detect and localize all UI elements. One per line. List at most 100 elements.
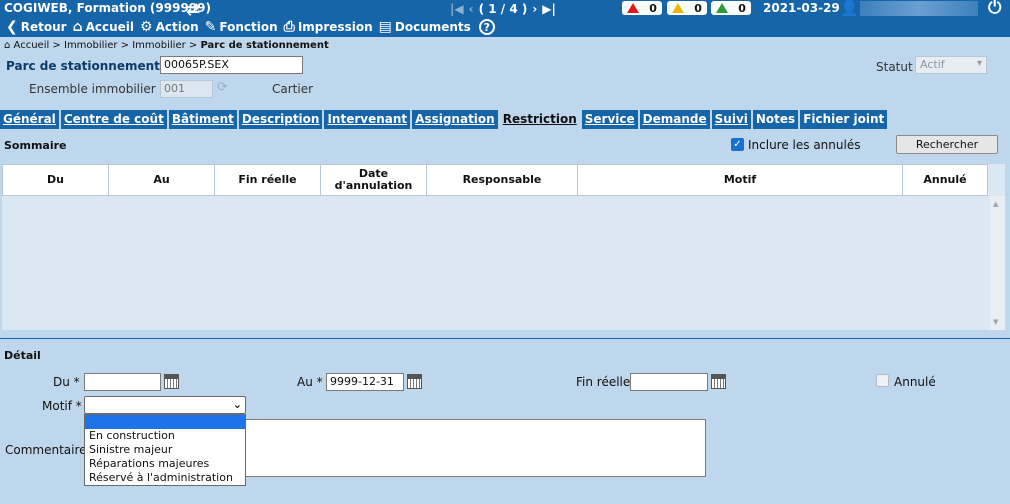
printer-icon: ⎙ xyxy=(283,19,295,35)
fin-reelle-input[interactable] xyxy=(630,373,708,391)
tab-assignation[interactable]: Assignation xyxy=(412,110,498,129)
app-title: COGIWEB, Formation (999999) xyxy=(4,1,211,15)
red-alert-badge[interactable]: 0 xyxy=(622,1,662,15)
documents-button[interactable]: ▤ Documents xyxy=(379,20,471,34)
top-bar: COGIWEB, Formation (999999) ⇄ |◀ ‹ ( 1 /… xyxy=(0,0,1010,37)
yellow-alert-count: 0 xyxy=(694,1,702,15)
back-arrow-icon: ❮ xyxy=(6,19,18,35)
au-label: Au * xyxy=(297,375,323,389)
motif-option[interactable]: Sinistre majeur xyxy=(85,443,245,457)
motif-select[interactable]: ⌄ xyxy=(84,396,246,414)
motif-option[interactable]: En construction xyxy=(85,429,245,443)
tab-notes[interactable]: Notes xyxy=(752,110,799,129)
tab-intervenant[interactable]: Intervenant xyxy=(324,110,411,129)
col-du[interactable]: Du xyxy=(2,164,108,196)
du-input[interactable] xyxy=(84,373,161,391)
statut-value: Actif xyxy=(920,58,945,71)
home-small-icon[interactable]: ⌂ xyxy=(4,40,10,51)
yellow-bell-icon xyxy=(672,3,685,13)
col-au[interactable]: Au xyxy=(108,164,214,196)
fin-reelle-label: Fin réelle xyxy=(576,375,631,389)
summary-grid: Du Au Fin réelle Date d'annulation Respo… xyxy=(2,164,1005,330)
gears-icon: ⚙ xyxy=(140,19,153,35)
record-pager: |◀ ‹ ( 1 / 4 ) › ▶| xyxy=(450,0,561,17)
include-cancelled-label: Inclure les annulés xyxy=(748,138,861,152)
scroll-down-icon[interactable]: ▼ xyxy=(993,318,998,326)
tab-description[interactable]: Description xyxy=(238,110,323,129)
red-alert-count: 0 xyxy=(649,1,657,15)
breadcrumb-current: Parc de stationnement xyxy=(200,40,329,51)
grid-header: Du Au Fin réelle Date d'annulation Respo… xyxy=(2,164,988,196)
du-calendar-icon[interactable] xyxy=(164,374,179,389)
tab-cost-center[interactable]: Centre de coût xyxy=(60,110,167,129)
col-responsable[interactable]: Responsable xyxy=(426,164,577,196)
chevron-down-icon: ▾ xyxy=(976,58,982,69)
previous-record-icon[interactable]: ‹ xyxy=(469,2,474,16)
tab-general[interactable]: Général xyxy=(0,110,59,129)
chevron-down-icon: ⌄ xyxy=(232,398,242,411)
tab-bar: Général Centre de coût Bâtiment Descript… xyxy=(0,110,889,129)
breadcrumb-path[interactable]: Accueil > Immobilier > Immobilier > xyxy=(14,40,201,51)
detail-title: Détail xyxy=(4,349,41,362)
commentaire-label: Commentaire xyxy=(5,443,87,457)
pager-text: ( 1 / 4 ) xyxy=(478,1,528,16)
col-motif[interactable]: Motif xyxy=(577,164,902,196)
home-button[interactable]: ⌂ Accueil xyxy=(73,20,134,34)
au-input[interactable]: 9999-12-31 xyxy=(326,373,404,391)
green-bell-icon xyxy=(716,3,729,13)
user-add-icon[interactable]: 👤 xyxy=(840,0,859,17)
print-button[interactable]: ⎙ Impression xyxy=(284,20,373,34)
tab-restriction[interactable]: Restriction xyxy=(499,110,580,129)
back-button[interactable]: ❮ Retour xyxy=(6,20,67,34)
section-divider xyxy=(0,338,1010,339)
action-button[interactable]: ⚙ Action xyxy=(140,20,199,34)
scroll-up-icon[interactable]: ▲ xyxy=(993,200,998,208)
col-annule[interactable]: Annulé xyxy=(902,164,988,196)
motif-dropdown-list: En construction Sinistre majeur Réparati… xyxy=(84,414,246,486)
fin-reelle-calendar-icon[interactable] xyxy=(711,374,726,389)
yellow-alert-badge[interactable]: 0 xyxy=(667,1,707,15)
du-label: Du * xyxy=(53,375,80,389)
statut-select: Actif ▾ xyxy=(915,56,987,74)
tab-suivi[interactable]: Suivi xyxy=(711,110,751,129)
ensemble-label: Ensemble immobilier * xyxy=(29,82,166,96)
edit-icon: ✎ xyxy=(204,19,217,35)
function-button[interactable]: ✎ Fonction xyxy=(205,20,278,34)
col-date-annulation[interactable]: Date d'annulation xyxy=(320,164,426,196)
last-record-icon[interactable]: ▶| xyxy=(542,2,556,16)
next-record-icon[interactable]: › xyxy=(532,2,537,16)
tab-service[interactable]: Service xyxy=(581,110,638,129)
motif-option-empty[interactable] xyxy=(85,415,245,429)
logout-power-icon[interactable]: ⏻ xyxy=(988,0,1001,18)
annule-label: Annulé xyxy=(894,375,936,389)
help-icon[interactable]: ? xyxy=(478,19,495,35)
col-fin-reelle[interactable]: Fin réelle xyxy=(214,164,320,196)
motif-option[interactable]: Réparations majeures xyxy=(85,457,245,471)
statut-label: Statut xyxy=(876,60,913,74)
green-alert-badge[interactable]: 0 xyxy=(711,1,751,15)
tab-building[interactable]: Bâtiment xyxy=(168,110,237,129)
tab-fichier-joint[interactable]: Fichier joint xyxy=(800,110,888,129)
motif-option[interactable]: Réservé à l'administration xyxy=(85,471,245,485)
lookup-refresh-icon: ⟳ xyxy=(217,80,228,95)
green-alert-count: 0 xyxy=(738,1,746,15)
search-button[interactable]: Rechercher xyxy=(896,135,998,154)
sommaire-title: Sommaire xyxy=(4,139,67,152)
current-date: 2021-03-29 xyxy=(763,1,840,15)
user-name-redacted xyxy=(860,1,978,16)
red-bell-icon xyxy=(627,3,640,13)
ensemble-input: 001 xyxy=(160,80,213,98)
documents-icon: ▤ xyxy=(378,19,392,35)
annule-checkbox[interactable] xyxy=(876,374,889,387)
include-cancelled-checkbox[interactable]: ✓ xyxy=(731,138,744,151)
switch-icon[interactable]: ⇄ xyxy=(186,0,200,20)
grid-scrollbar[interactable]: ▲ ▼ xyxy=(990,196,1005,330)
breadcrumb: ⌂ Accueil > Immobilier > Immobilier > Pa… xyxy=(4,40,329,51)
home-icon: ⌂ xyxy=(72,19,83,35)
first-record-icon[interactable]: |◀ xyxy=(450,2,464,16)
main-toolbar: ❮ Retour ⌂ Accueil ⚙ Action ✎ Fonction ⎙… xyxy=(0,18,495,36)
parc-input[interactable]: 00065P.SEX xyxy=(160,56,303,74)
au-calendar-icon[interactable] xyxy=(407,374,422,389)
tab-demande[interactable]: Demande xyxy=(639,110,710,129)
motif-label: Motif * xyxy=(42,399,82,413)
